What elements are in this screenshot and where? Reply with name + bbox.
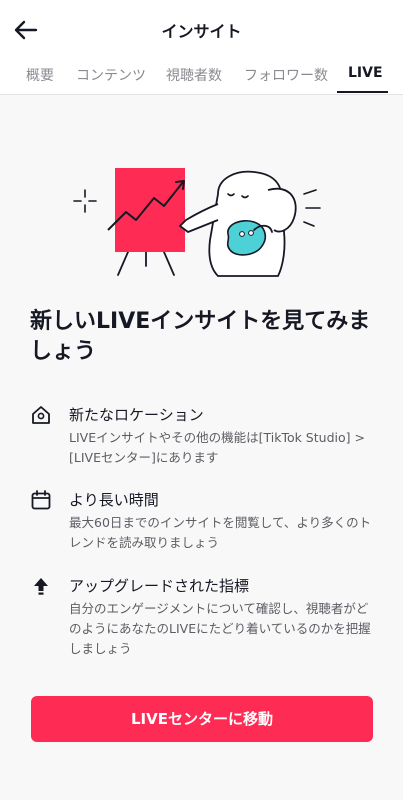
tab-content[interactable]: コンテンツ xyxy=(76,65,146,85)
feature-longer-time: より長い時間 最大60日までのインサイトを閲覧して、より多くのトレンドを読み取り… xyxy=(30,489,375,551)
insights-page: インサイト 概要 コンテンツ 視聴者数 フォロワー数 LIVE 新しいLIVEイ… xyxy=(0,0,403,800)
active-tab-indicator xyxy=(337,91,388,93)
feature-new-location: 新たなロケーション LIVEインサイトやその他の機能は[TikTok Studi… xyxy=(30,404,375,466)
feature-title: 新たなロケーション xyxy=(69,406,204,424)
chart-board xyxy=(115,168,185,252)
tab-overview[interactable]: 概要 xyxy=(26,65,54,85)
feature-title: より長い時間 xyxy=(69,491,159,509)
feature-title: アップグレードされた指標 xyxy=(69,577,250,595)
location-home-icon xyxy=(32,406,50,424)
tab-followers[interactable]: フォロワー数 xyxy=(244,65,328,85)
feature-description: 自分のエンゲージメントについて確認し、視聴者がどのようにあなたのLIVEにたどり… xyxy=(69,601,371,656)
tab-viewers[interactable]: 視聴者数 xyxy=(166,65,222,85)
upgrade-arrow-icon xyxy=(34,578,48,595)
tab-bar: 概要 コンテンツ 視聴者数 フォロワー数 LIVE xyxy=(0,58,403,95)
go-to-live-center-button[interactable]: LIVEセンターに移動 xyxy=(31,696,373,742)
page-title: インサイト xyxy=(161,22,242,41)
calendar-icon xyxy=(31,490,51,510)
tab-live[interactable]: LIVE xyxy=(348,65,383,81)
feature-upgraded-metrics: アップグレードされた指標 自分のエンゲージメントについて確認し、視聴者がどのよう… xyxy=(30,575,375,657)
header: インサイト 概要 コンテンツ 視聴者数 フォロワー数 LIVE xyxy=(0,0,403,95)
headline: 新しいLIVEインサイトを見てみましょう xyxy=(30,309,371,364)
feature-description: 最大60日までのインサイトを閲覧して、より多くのトレンドを読み取りましょう xyxy=(69,515,372,550)
feature-description: LIVEインサイトやその他の機能は[TikTok Studio] > [LIVE… xyxy=(69,430,365,465)
elephant-chart-illustration xyxy=(73,168,321,277)
sparkle-icon xyxy=(73,189,97,213)
